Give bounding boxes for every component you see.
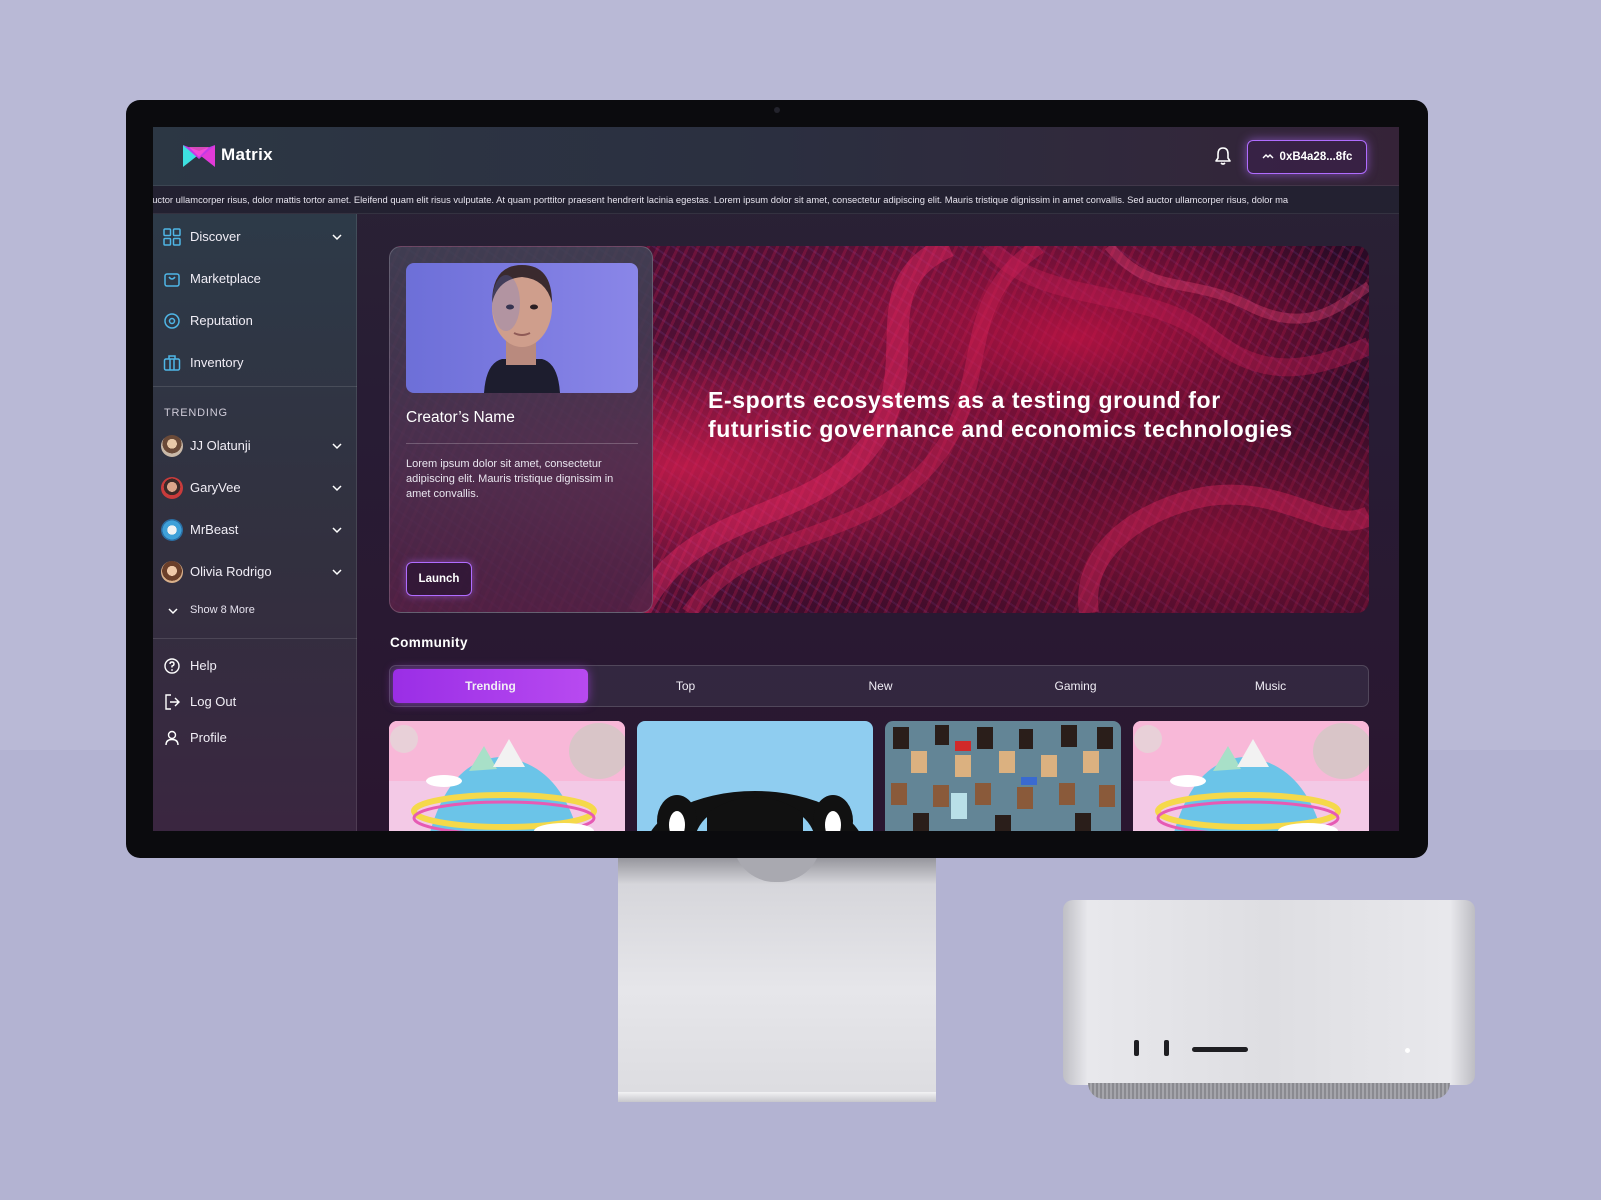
trending-item-garyvee[interactable]: GaryVee bbox=[153, 468, 357, 508]
avatar bbox=[161, 519, 183, 541]
sidebar-item-marketplace[interactable]: Marketplace bbox=[153, 259, 357, 299]
logout-icon bbox=[165, 694, 180, 710]
hero-title: E-sports ecosystems as a testing ground … bbox=[708, 387, 1293, 442]
chevron-down-icon[interactable] bbox=[331, 231, 343, 243]
box-icon bbox=[163, 355, 181, 371]
sidebar-item-discover[interactable]: Discover bbox=[153, 217, 357, 257]
panda-art bbox=[637, 721, 873, 831]
community-card[interactable] bbox=[637, 721, 873, 831]
community-tabs: Trending Top New Gaming Music bbox=[389, 665, 1369, 707]
chevron-down-icon[interactable] bbox=[331, 566, 343, 578]
shopping-bag-icon bbox=[164, 273, 180, 287]
show-more-button[interactable]: Show 8 More bbox=[153, 598, 357, 624]
usb-port bbox=[1164, 1040, 1169, 1056]
monitor-stand bbox=[618, 855, 936, 1100]
ticker-text: auctor ullamcorper risus, dolor mattis t… bbox=[153, 194, 1289, 205]
portrait-image bbox=[484, 265, 560, 393]
sidebar-item-reputation[interactable]: Reputation bbox=[153, 301, 357, 341]
chevron-down-icon bbox=[168, 608, 178, 615]
tab-top[interactable]: Top bbox=[588, 669, 783, 703]
sidebar-item-label: Profile bbox=[190, 730, 227, 745]
creator-portrait bbox=[406, 263, 638, 393]
matrix-logo-icon[interactable] bbox=[183, 143, 215, 169]
trending-item-olivia-rodrigo[interactable]: Olivia Rodrigo bbox=[153, 552, 357, 592]
power-led bbox=[1405, 1048, 1410, 1053]
sidebar-item-label: Discover bbox=[190, 229, 241, 244]
sidebar-item-label: Log Out bbox=[190, 694, 237, 709]
stand-base bbox=[618, 1092, 936, 1102]
mac-studio bbox=[1063, 900, 1475, 1085]
avatar bbox=[161, 561, 183, 583]
wallet-link-icon bbox=[1262, 154, 1274, 159]
fantasy-planet-art bbox=[1133, 721, 1369, 831]
trending-item-label: GaryVee bbox=[190, 480, 241, 495]
sd-card-slot bbox=[1192, 1047, 1248, 1052]
app-screen: Matrix 0xB4a28...8fc auctor ullamcorper … bbox=[153, 127, 1399, 831]
usb-port bbox=[1134, 1040, 1139, 1056]
wallet-address: 0xB4a28...8fc bbox=[1279, 151, 1353, 163]
sidebar-item-inventory[interactable]: Inventory bbox=[153, 343, 357, 383]
mac-studio-vent bbox=[1088, 1083, 1450, 1099]
tab-trending[interactable]: Trending bbox=[393, 669, 588, 703]
fantasy-planet-art bbox=[389, 721, 625, 831]
community-card[interactable] bbox=[1133, 721, 1369, 831]
sidebar-item-help[interactable]: Help bbox=[153, 646, 357, 686]
community-heading: Community bbox=[390, 635, 468, 650]
chevron-down-icon[interactable] bbox=[331, 440, 343, 452]
trending-heading: TRENDING bbox=[164, 407, 228, 419]
sidebar-item-profile[interactable]: Profile bbox=[153, 718, 357, 758]
top-bar: Matrix 0xB4a28...8fc bbox=[153, 127, 1399, 186]
brand-name: Matrix bbox=[221, 145, 273, 164]
webcam bbox=[774, 107, 780, 113]
wallet-button[interactable]: 0xB4a28...8fc bbox=[1247, 140, 1367, 174]
bell-icon[interactable] bbox=[1214, 146, 1232, 166]
news-ticker: auctor ullamcorper risus, dolor mattis t… bbox=[153, 186, 1399, 214]
trending-item-jj-olatunji[interactable]: JJ Olatunji bbox=[153, 426, 357, 466]
avatar bbox=[161, 435, 183, 457]
tab-new[interactable]: New bbox=[783, 669, 978, 703]
creator-description: Lorem ipsum dolor sit amet, consectetur … bbox=[406, 458, 614, 500]
grid-icon bbox=[163, 228, 181, 246]
community-card[interactable] bbox=[885, 721, 1121, 831]
help-icon bbox=[164, 658, 180, 674]
launch-button[interactable]: Launch bbox=[406, 562, 472, 596]
tab-gaming[interactable]: Gaming bbox=[978, 669, 1173, 703]
sidebar-item-label: Help bbox=[190, 658, 217, 673]
creator-card[interactable]: Creator’s Name Lorem ipsum dolor sit ame… bbox=[389, 246, 653, 613]
chevron-down-icon[interactable] bbox=[331, 482, 343, 494]
trending-item-label: Olivia Rodrigo bbox=[190, 564, 272, 579]
card-divider bbox=[406, 443, 638, 444]
trending-item-label: MrBeast bbox=[190, 522, 239, 537]
sidebar-item-label: Marketplace bbox=[190, 271, 261, 286]
target-icon bbox=[164, 313, 180, 329]
community-card[interactable] bbox=[389, 721, 625, 831]
tab-music[interactable]: Music bbox=[1173, 669, 1368, 703]
show-more-label: Show 8 More bbox=[190, 604, 255, 616]
trending-item-label: JJ Olatunji bbox=[190, 438, 251, 453]
sidebar-divider bbox=[153, 638, 357, 639]
punks-collage-art bbox=[885, 721, 1121, 831]
avatar bbox=[161, 477, 183, 499]
creator-name: Creator’s Name bbox=[406, 409, 515, 426]
sidebar: Discover Marketplace Reputation Inventor… bbox=[153, 214, 357, 831]
sidebar-item-label: Reputation bbox=[190, 313, 253, 328]
sidebar-item-label: Inventory bbox=[190, 355, 244, 370]
chevron-down-icon[interactable] bbox=[331, 524, 343, 536]
sidebar-divider bbox=[153, 386, 357, 387]
trending-item-mrbeast[interactable]: MrBeast bbox=[153, 510, 357, 550]
sidebar-item-log-out[interactable]: Log Out bbox=[153, 682, 357, 722]
user-icon bbox=[165, 730, 179, 746]
